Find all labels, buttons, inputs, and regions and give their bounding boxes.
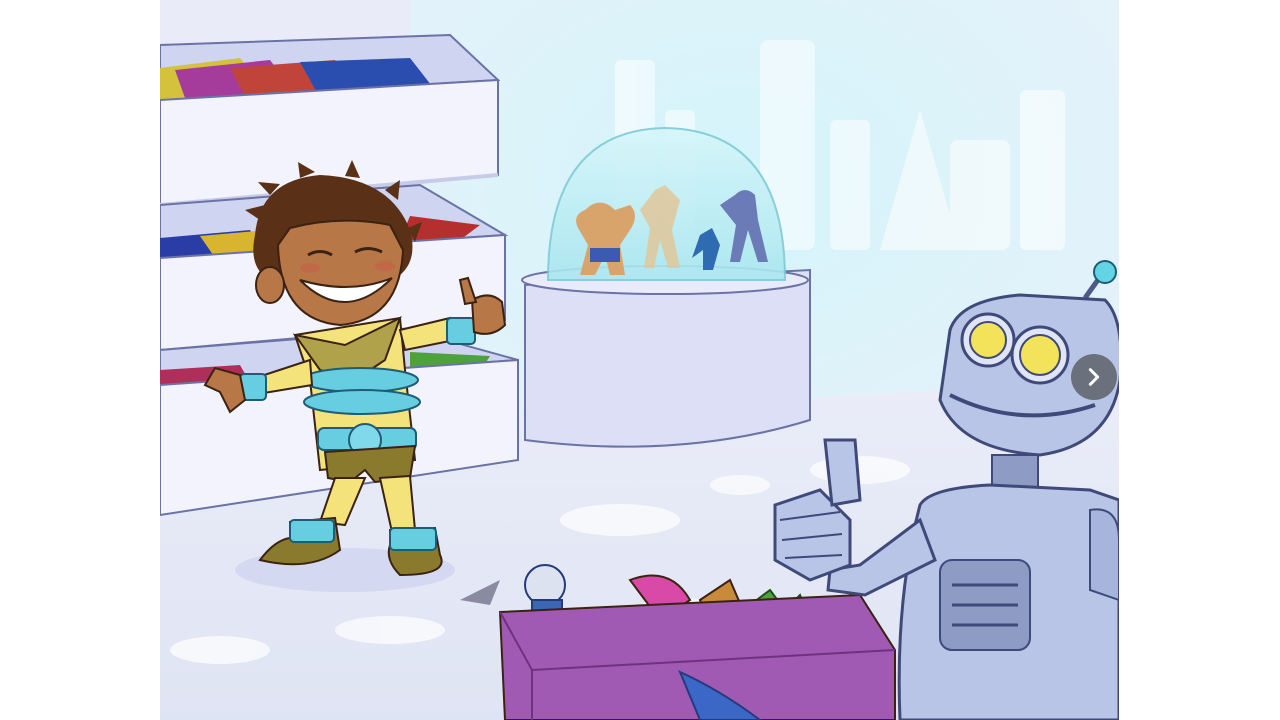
chevron-right-icon <box>1088 368 1100 386</box>
cartoon-illustration <box>160 0 1119 720</box>
viewer-stage <box>0 0 1280 720</box>
next-slide-button[interactable] <box>1071 354 1117 400</box>
